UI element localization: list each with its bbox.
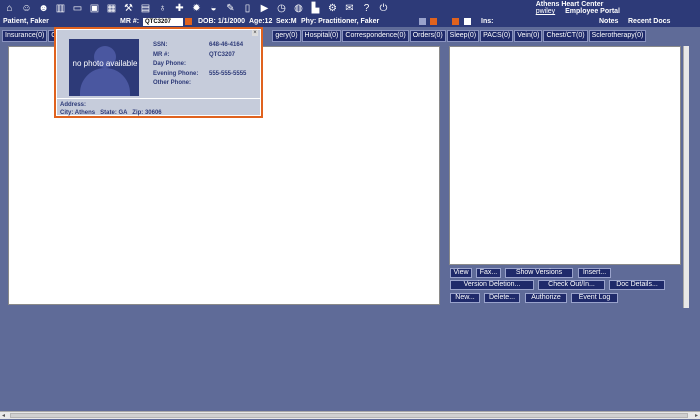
patient-name[interactable]: Patient, Faker — [3, 18, 49, 25]
evening-phone-label: Evening Phone: — [153, 70, 199, 77]
video-icon[interactable]: ▶ — [257, 2, 272, 16]
ssn-label: SSN: — [153, 42, 168, 48]
people-icon[interactable]: ☺ — [19, 2, 34, 16]
tab-chest-ct[interactable]: Chest/CT(0) — [543, 30, 588, 42]
user-link[interactable]: pwiley — [536, 8, 555, 15]
version-deletion-button[interactable]: Version Deletion... — [450, 280, 534, 290]
tab-insurance[interactable]: Insurance(0) — [2, 30, 48, 42]
hospital-icon[interactable]: ✚ — [172, 2, 187, 16]
state-text: State: GA — [100, 110, 128, 116]
group-icon[interactable]: ☻ — [36, 2, 51, 16]
show-versions-button[interactable]: Show Versions — [505, 268, 573, 278]
horizontal-scrollbar[interactable]: ◂ ▸ — [0, 411, 700, 419]
day-phone-label: Day Phone: — [153, 61, 187, 67]
help-icon[interactable]: ? — [359, 2, 374, 16]
delete-button[interactable]: Delete... — [484, 293, 520, 303]
scroll-left-icon[interactable]: ◂ — [2, 412, 5, 419]
zip-text: Zip: 30606 — [132, 110, 162, 116]
mail-icon[interactable]: ✉ — [342, 2, 357, 16]
scroll-thumb[interactable] — [10, 413, 688, 418]
main-toolbar: ⌂ ☺ ☻ ▥ ▭ ▣ ▦ ⚒ ▤ ♁ ✚ ✹ ◒ ✎ ▯ ▶ ◷ ◍ ▙ ⚙ … — [0, 0, 700, 17]
address-block: Address: City: Athens State: GA Zip: 306… — [57, 98, 260, 116]
tab-orders[interactable]: Orders(0) — [409, 30, 446, 42]
scroll-right-icon[interactable]: ▸ — [695, 412, 698, 419]
alert-icon[interactable] — [430, 18, 437, 25]
document-icon[interactable]: ▯ — [240, 2, 255, 16]
mr-label: MR #: — [153, 51, 170, 58]
mr-label: MR #: — [120, 18, 140, 25]
brand-name: Athens Heart Center — [535, 1, 604, 8]
new-button[interactable]: New... — [450, 293, 480, 303]
view-button[interactable]: View — [450, 268, 472, 278]
patient-details: SSN: 648-46-4164 MR #: QTC3207 Day Phone: … — [153, 42, 246, 90]
popup-content: × no photo available SSN: 648-46-4164 MR … — [57, 30, 260, 98]
pill-icon[interactable]: ◒ — [206, 2, 221, 16]
patient-photo: no photo available — [69, 39, 139, 96]
ssn-value: 648-46-4164 — [209, 42, 244, 48]
address-label: Address: — [60, 102, 87, 108]
close-icon[interactable]: × — [252, 30, 258, 36]
tab-surgery[interactable]: gery(0) — [272, 30, 301, 42]
notes-menu[interactable]: Notes — [599, 18, 618, 25]
mr-input[interactable]: QTC3207 — [143, 18, 183, 26]
document-preview-panel[interactable] — [449, 46, 681, 265]
patient-bar: Patient, Faker MR #: QTC3207 DOB: 1/1/20… — [0, 17, 700, 27]
authorize-button[interactable]: Authorize — [525, 293, 567, 303]
building-icon[interactable]: ▙ — [308, 2, 323, 16]
insurance-select[interactable] — [493, 18, 593, 26]
power-icon[interactable]: ⏻ — [376, 2, 391, 16]
clock-icon[interactable]: ◷ — [274, 2, 289, 16]
recent-docs-menu[interactable]: Recent Docs — [628, 18, 670, 25]
mr-value: QTC3207 — [209, 51, 236, 58]
calendar-icon[interactable]: ▦ — [104, 2, 119, 16]
tab-sleep[interactable]: Sleep(0) — [446, 30, 480, 42]
sex-text: Sex:M — [276, 18, 297, 25]
tab-hospital[interactable]: Hospital(0) — [301, 30, 342, 42]
globe-icon[interactable]: ◍ — [291, 2, 306, 16]
tab-correspondence[interactable]: Correspondence(0) — [342, 30, 409, 42]
record-icon[interactable] — [452, 18, 459, 25]
tab-pacs[interactable]: PACS(0) — [480, 30, 514, 42]
hammer-icon[interactable]: ⚒ — [121, 2, 136, 16]
dob-text: DOB: 1/1/2000 — [198, 18, 246, 25]
portal-name: Employee Portal — [565, 8, 620, 15]
tab-vein[interactable]: Vein(0) — [514, 30, 543, 42]
doc-details-button[interactable]: Doc Details... — [609, 280, 665, 290]
silhouette-body — [80, 68, 130, 96]
no-photo-text: no photo available — [72, 59, 138, 68]
home-icon[interactable]: ⌂ — [2, 2, 17, 16]
ins-label: Ins: — [481, 18, 494, 25]
tab-sclerotherapy[interactable]: Sclerotherapy(0) — [588, 30, 647, 42]
other-phone-label: Other Phone: — [153, 80, 192, 86]
mr-search-icon[interactable] — [185, 18, 192, 25]
check-out-in-button[interactable]: Check Out/In... — [538, 280, 605, 290]
stethoscope-icon[interactable]: ♁ — [155, 2, 170, 16]
chart-icon[interactable]: ▥ — [53, 2, 68, 16]
pencil-icon[interactable]: ✎ — [223, 2, 238, 16]
flag-icon[interactable] — [419, 18, 426, 25]
burst-icon[interactable]: ✹ — [189, 2, 204, 16]
gear-icon[interactable]: ⚙ — [325, 2, 340, 16]
monitor-icon[interactable]: ▭ — [70, 2, 85, 16]
evening-phone-value: 555-555-5555 — [209, 70, 247, 77]
city-text: City: Athens — [60, 110, 96, 116]
age-text: Age:12 — [249, 18, 273, 25]
physician-text[interactable]: Phy: Practitioner, Faker — [301, 18, 379, 25]
vertical-scrollbar[interactable] — [683, 46, 689, 308]
insert-button[interactable]: Insert... — [578, 268, 611, 278]
notebook-icon[interactable]: ▤ — [138, 2, 153, 16]
event-log-button[interactable]: Event Log — [571, 293, 618, 303]
patient-info-popup: × no photo available SSN: 648-46-4164 MR … — [54, 27, 263, 118]
note-icon[interactable] — [464, 18, 471, 25]
fax-button[interactable]: Fax... — [476, 268, 501, 278]
id-card-icon[interactable]: ▣ — [87, 2, 102, 16]
brand-block: Athens Heart Center pwiley Employee Port… — [536, 1, 620, 15]
